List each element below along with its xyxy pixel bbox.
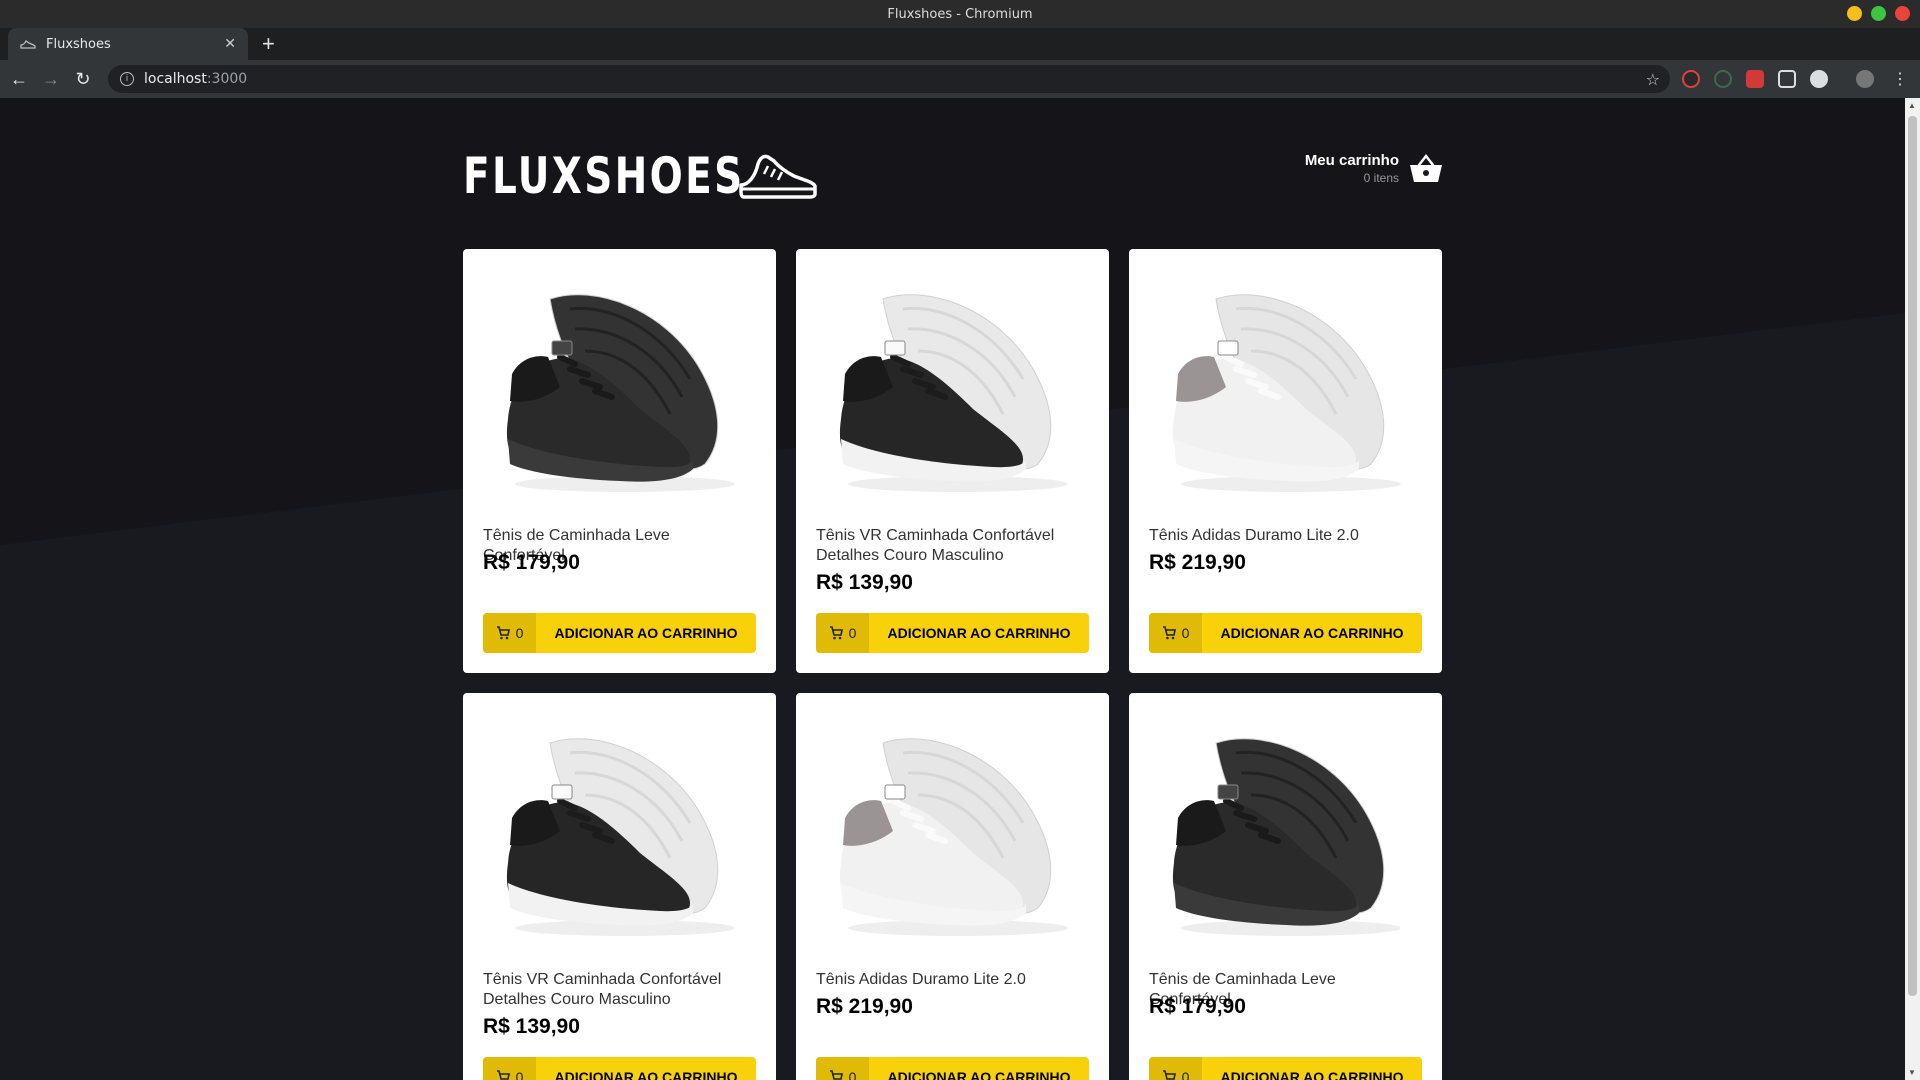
window-controls <box>1847 6 1910 21</box>
extension-icon-5[interactable] <box>1810 70 1828 88</box>
shoe-icon <box>20 38 36 50</box>
cart-amount-value: 0 <box>848 1069 857 1080</box>
cart-amount: 0 <box>1149 1057 1202 1080</box>
product-image <box>483 713 756 953</box>
add-to-cart-button[interactable]: 0 ADICIONAR AO CARRINHO <box>483 1057 756 1080</box>
profile-avatar[interactable] <box>1856 70 1874 88</box>
site-header: FLUXSHOES Meu carrinho 0 itens <box>463 146 1443 206</box>
product-card: Tênis VR Caminhada Confortável Detalhes … <box>463 693 776 1080</box>
product-name: Tênis Adidas Duramo Lite 2.0 <box>1149 527 1359 544</box>
page-viewport: FLUXSHOES Meu carrinho 0 itens Tênis de … <box>0 98 1905 1080</box>
product-price: R$ 179,90 <box>483 551 580 574</box>
cart-amount: 0 <box>816 1057 869 1080</box>
add-to-cart-label: ADICIONAR AO CARRINHO <box>1220 625 1404 641</box>
add-to-cart-button[interactable]: 0 ADICIONAR AO CARRINHO <box>1149 613 1422 653</box>
add-to-cart-button[interactable]: 0 ADICIONAR AO CARRINHO <box>816 1057 1089 1080</box>
add-to-cart-button[interactable]: 0 ADICIONAR AO CARRINHO <box>816 613 1089 653</box>
add-to-cart-label: ADICIONAR AO CARRINHO <box>554 1069 738 1080</box>
product-card: Tênis Adidas Duramo Lite 2.0 R$ 219,90 0… <box>1129 249 1442 673</box>
cart-title: Meu carrinho <box>1304 152 1399 169</box>
product-name: Tênis de Caminhada Leve Confortável <box>483 527 670 564</box>
scroll-up-icon[interactable]: ▲ <box>1908 101 1916 110</box>
product-price: R$ 139,90 <box>483 1015 580 1038</box>
extension-icon-1[interactable] <box>1682 70 1700 88</box>
add-cart-icon <box>496 1070 510 1080</box>
product-image <box>816 713 1089 953</box>
tab-title: Fluxshoes <box>46 36 111 52</box>
add-to-cart-button[interactable]: 0 ADICIONAR AO CARRINHO <box>1149 1057 1422 1080</box>
product-card: Tênis Adidas Duramo Lite 2.0 R$ 219,90 0… <box>796 693 1109 1080</box>
browser-toolbar: ← → ↻ i localhost:3000 ☆ ⋮ <box>0 60 1920 98</box>
sneaker-logo-icon <box>739 154 817 199</box>
product-price: R$ 219,90 <box>1149 551 1246 574</box>
cart-amount: 0 <box>816 613 869 653</box>
add-cart-icon <box>829 626 843 640</box>
product-grid: Tênis de Caminhada Leve Confortável R$ 1… <box>463 249 1443 1080</box>
maximize-icon[interactable] <box>1871 6 1886 21</box>
product-card: Tênis VR Caminhada Confortável Detalhes … <box>796 249 1109 673</box>
menu-kebab-icon[interactable]: ⋮ <box>1892 69 1908 89</box>
tab-close-icon[interactable]: ✕ <box>224 36 236 52</box>
cart-amount: 0 <box>483 613 536 653</box>
add-to-cart-label: ADICIONAR AO CARRINHO <box>1220 1069 1404 1080</box>
scrollbar-thumb[interactable] <box>1908 116 1917 996</box>
reload-icon[interactable]: ↻ <box>70 69 96 90</box>
product-name: Tênis de Caminhada Leve Confortável <box>1149 971 1336 1008</box>
address-bar[interactable]: i localhost:3000 ☆ <box>108 65 1670 93</box>
add-cart-icon <box>1162 626 1176 640</box>
product-image <box>483 269 756 509</box>
extension-icon-4[interactable] <box>1778 70 1796 88</box>
window-titlebar: Fluxshoes - Chromium <box>0 0 1920 28</box>
cart-amount-value: 0 <box>1181 625 1190 641</box>
product-price: R$ 219,90 <box>816 995 913 1018</box>
url-port: :3000 <box>206 71 248 87</box>
minimize-icon[interactable] <box>1847 6 1862 21</box>
tab-strip: Fluxshoes ✕ + <box>0 28 1920 60</box>
add-cart-icon <box>1162 1070 1176 1080</box>
product-image <box>1149 269 1422 509</box>
url-host: localhost <box>144 71 207 87</box>
extension-icon-2[interactable] <box>1714 70 1732 88</box>
site-logo[interactable]: FLUXSHOES <box>463 146 818 206</box>
product-name: Tênis VR Caminhada Confortável Detalhes … <box>816 527 1055 564</box>
extension-icon-3[interactable] <box>1746 70 1764 88</box>
add-to-cart-label: ADICIONAR AO CARRINHO <box>887 625 1071 641</box>
add-to-cart-label: ADICIONAR AO CARRINHO <box>554 625 738 641</box>
cart-amount-value: 0 <box>515 625 524 641</box>
bookmark-star-icon[interactable]: ☆ <box>1646 70 1660 89</box>
add-to-cart-button[interactable]: 0 ADICIONAR AO CARRINHO <box>483 613 756 653</box>
basket-icon <box>1410 153 1442 182</box>
product-price: R$ 139,90 <box>816 571 913 594</box>
new-tab-icon[interactable]: + <box>262 31 275 57</box>
add-cart-icon <box>829 1070 843 1080</box>
cart-amount: 0 <box>483 1057 536 1080</box>
cart-count: 0 itens <box>1363 171 1399 185</box>
cart-amount-value: 0 <box>515 1069 524 1080</box>
scroll-down-icon[interactable]: ▼ <box>1908 1068 1916 1077</box>
cart-amount-value: 0 <box>1181 1069 1190 1080</box>
cart-amount-value: 0 <box>848 625 857 641</box>
cart-summary: Meu carrinho 0 itens <box>1305 152 1399 185</box>
forward-arrow-icon[interactable]: → <box>38 69 64 90</box>
back-arrow-icon[interactable]: ← <box>6 69 32 90</box>
page-container: FLUXSHOES Meu carrinho 0 itens Tênis de … <box>463 98 1443 1080</box>
page-scrollbar[interactable]: ▲ ▼ <box>1905 98 1920 1080</box>
window-title: Fluxshoes - Chromium <box>887 6 1033 22</box>
close-window-icon[interactable] <box>1895 6 1910 21</box>
add-to-cart-label: ADICIONAR AO CARRINHO <box>887 1069 1071 1080</box>
product-name: Tênis VR Caminhada Confortável Detalhes … <box>483 971 722 1008</box>
product-card: Tênis de Caminhada Leve Confortável R$ 1… <box>463 249 776 673</box>
product-price: R$ 179,90 <box>1149 995 1246 1018</box>
add-cart-icon <box>496 626 510 640</box>
cart-link[interactable]: Meu carrinho 0 itens <box>1305 152 1443 185</box>
product-name: Tênis Adidas Duramo Lite 2.0 <box>816 971 1026 988</box>
browser-tab[interactable]: Fluxshoes ✕ <box>8 28 248 60</box>
cart-amount: 0 <box>1149 613 1202 653</box>
product-card: Tênis de Caminhada Leve Confortável R$ 1… <box>1129 693 1442 1080</box>
product-image <box>816 269 1089 509</box>
product-image <box>1149 713 1422 953</box>
site-info-icon[interactable]: i <box>120 72 134 86</box>
logo-text: FLUXSHOES <box>463 147 745 205</box>
